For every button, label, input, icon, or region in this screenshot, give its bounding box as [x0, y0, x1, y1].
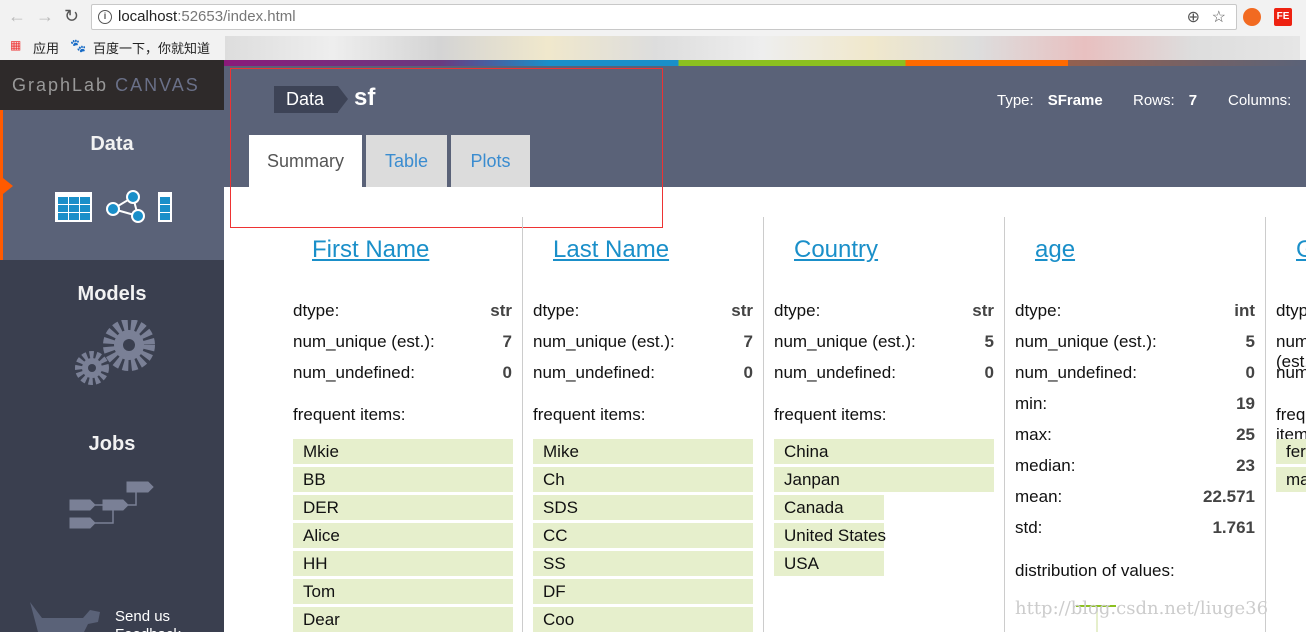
blurred-bookmarks	[225, 36, 1300, 60]
stat-num-undefined: num_undefined: 0	[293, 363, 512, 382]
stat-median: median: 23	[1015, 456, 1255, 475]
frequent-item: Tom	[293, 579, 513, 604]
frequent-item: Ch	[533, 467, 753, 492]
feedback-link[interactable]: Send us Feedback	[115, 608, 205, 644]
column-title[interactable]: First Name	[312, 236, 429, 264]
frequent-item: CC	[533, 523, 753, 548]
stat-num-unique: num_unique (est.): 7	[533, 332, 753, 351]
stat-num-unique: num_unique (est.): 7	[293, 332, 512, 351]
frequent-items-label: frequent items:	[533, 405, 646, 424]
stat-num-undefined: num_undefined: 0	[533, 363, 753, 382]
stat-min: min: 19	[1015, 394, 1255, 413]
extension-icon[interactable]	[1243, 8, 1261, 26]
browser-chrome: ← → ↻ i localhost:52653/index.html ⊕ ☆ F…	[0, 0, 1306, 60]
info-icon[interactable]: i	[98, 10, 112, 24]
apps-icon[interactable]: ▦	[10, 38, 21, 52]
stat-num-unique: num_unique (est.):	[1276, 332, 1306, 371]
column-icon	[158, 192, 172, 222]
type-meta: Type: SFrame	[997, 92, 1103, 109]
stat-mean: mean: 22.571	[1015, 487, 1255, 506]
stat-dtype: dtype: str	[533, 301, 753, 320]
stat-num-unique: num_unique (est.): 5	[1015, 332, 1255, 351]
bookmark-baidu[interactable]: 百度一下，你就知道	[93, 38, 210, 57]
frequent-item: SS	[533, 551, 753, 576]
baidu-icon: 🐾	[70, 38, 87, 53]
url-host: localhost	[118, 8, 178, 25]
column-summary: age dtype: int num_unique (est.): 5 num_undef…	[1005, 217, 1266, 632]
frequent-item: Mkie	[293, 439, 513, 464]
stat-num-undefined: num_undefined: 0	[1015, 363, 1255, 382]
sidebar-item-data[interactable]: Data	[0, 110, 224, 260]
frequent-item: United States	[774, 523, 886, 548]
bookmark-apps[interactable]: 应用	[33, 38, 59, 57]
frequent-item: SDS	[533, 495, 753, 520]
frequent-item: Dear	[293, 607, 513, 632]
data-type-icons	[55, 190, 172, 223]
frequent-item: BB	[293, 467, 513, 492]
frequent-items-label: frequent items:	[774, 405, 887, 424]
stat-dtype: dtype: int	[1015, 301, 1255, 320]
dog-icon	[30, 602, 100, 632]
sidebar-item-label: Data	[90, 133, 134, 155]
zoom-icon[interactable]: ⊕	[1187, 6, 1200, 30]
gears-icon	[75, 320, 155, 385]
address-bar[interactable]: i localhost:52653/index.html ⊕ ☆	[91, 4, 1237, 30]
jobs-icon	[69, 481, 154, 529]
frequent-item: ma	[1276, 467, 1306, 492]
frequent-item: USA	[774, 551, 884, 576]
column-title[interactable]: G	[1296, 236, 1306, 264]
column-title[interactable]: age	[1035, 236, 1075, 264]
frequent-item: China	[774, 439, 994, 464]
frequent-items-label: frequent items:	[293, 405, 406, 424]
graph-icon	[106, 190, 145, 223]
stat-num-undefined: num_undefined:	[1276, 363, 1306, 382]
table-icon	[55, 192, 92, 222]
frequent-item: Mike	[533, 439, 753, 464]
watermark: http://blog.csdn.net/liuge36	[1015, 598, 1269, 619]
frequent-item: HH	[293, 551, 513, 576]
distribution-label: distribution of values:	[1015, 561, 1175, 580]
sidebar: Data Models Jobs Send us Feedback	[0, 110, 224, 643]
star-icon[interactable]: ☆	[1212, 6, 1226, 30]
logo: GraphLab CANVAS	[0, 60, 224, 110]
highlight-box	[230, 68, 663, 228]
frequent-item: fer	[1276, 439, 1306, 464]
stat-max: max: 25	[1015, 425, 1255, 444]
frequent-item: DER	[293, 495, 513, 520]
frequent-item: Coo	[533, 607, 753, 632]
column-summary: First Name dtype: str num_unique (est.): 7 nu…	[249, 217, 523, 632]
stat-dtype: dtype:	[1276, 301, 1306, 320]
stat-dtype: dtype: str	[293, 301, 512, 320]
frequent-item: Janpan	[774, 467, 994, 492]
forward-icon[interactable]: →	[36, 6, 54, 27]
frequent-item: Canada	[774, 495, 884, 520]
url-rest: :52653/index.html	[177, 8, 296, 25]
fe-extension-icon[interactable]: FE	[1274, 8, 1292, 26]
rows-meta: Rows: 7	[1133, 92, 1198, 109]
stat-dtype: dtype: str	[774, 301, 994, 320]
reload-icon[interactable]: ↻	[64, 6, 79, 27]
back-icon[interactable]: ←	[8, 6, 26, 27]
sidebar-item-label: Models	[77, 283, 147, 305]
stat-std: std: 1.761	[1015, 518, 1255, 537]
columns-meta: Columns:	[1228, 92, 1292, 109]
column-summary: Last Name dtype: str num_unique (est.): 7 num…	[523, 217, 764, 632]
column-summary: Country dtype: str num_unique (est.): 5 num_u…	[764, 217, 1005, 632]
column-summary: Gdtype: num_unique (est.):num_undefined:f…	[1266, 217, 1306, 632]
stat-num-undefined: num_undefined: 0	[774, 363, 994, 382]
column-title[interactable]: Country	[794, 236, 878, 264]
sidebar-item-label: Jobs	[88, 433, 136, 455]
frequent-item: DF	[533, 579, 753, 604]
frequent-item: Alice	[293, 523, 513, 548]
stat-num-unique: num_unique (est.): 5	[774, 332, 994, 351]
column-title[interactable]: Last Name	[553, 236, 669, 264]
